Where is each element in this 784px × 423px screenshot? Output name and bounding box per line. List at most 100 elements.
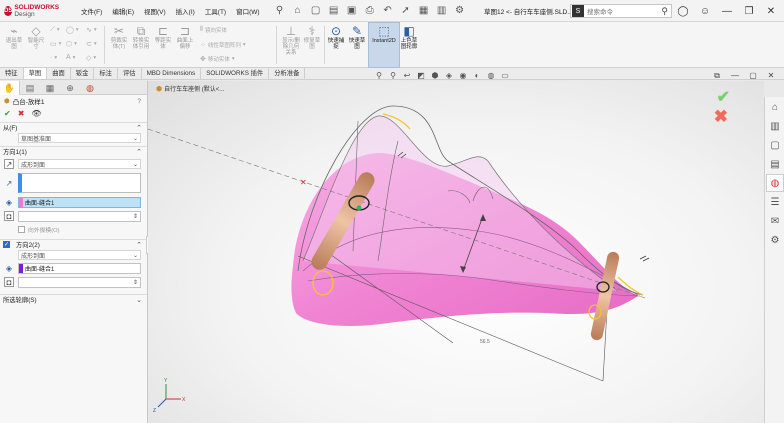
menu-tools[interactable]: 工具(T) [200,6,231,16]
zoom-area-icon[interactable]: ⚲ [386,71,400,80]
spline-tool[interactable]: ∿ ▾ [86,26,97,34]
direction1-face-field[interactable]: 曲面-缝合1 [18,196,141,208]
forum-icon[interactable]: ✉ [766,212,784,230]
toolbox-icon[interactable]: ⚙ [766,231,784,249]
smart-dimension-button[interactable]: ◇ 智能尺 寸 [26,24,46,50]
print-icon[interactable]: ⎙ [361,3,379,19]
restore-button[interactable]: ❐ [738,2,760,20]
doc-maximize-icon[interactable]: ▢ [744,71,762,81]
doc-restore-icon[interactable]: ⧉ [708,71,726,81]
search-icon[interactable]: ⚲ [661,6,668,17]
new-doc-icon[interactable]: ▢ [307,3,325,19]
user-icon[interactable]: ☺ [694,2,716,20]
direction1-end-condition-dropdown[interactable]: 成形到面 ⌄ [18,159,141,169]
expand-icon[interactable]: ⌄ [136,296,142,304]
search-input[interactable]: 搜索命令 [587,6,661,16]
scene-icon[interactable]: ◍ [484,71,498,80]
shaded-sketch-contours-button[interactable]: ◧ 上色草 图轮廓 [398,24,420,50]
convert-entities-button[interactable]: ⧉ 转换实 体引用 [130,24,152,50]
surface-offset-button[interactable]: ⊐ 曲面上 偏移 [174,24,196,50]
mirror-entities[interactable]: ⫴ 镜向实体 [200,26,227,34]
text-tool[interactable]: A ▾ [66,54,75,61]
tab-solidworks-addins[interactable]: SOLIDWORKS 插件 [201,68,270,79]
display-manager-tab-icon[interactable]: ◍ [80,81,100,95]
line-tool[interactable]: ⟋ ▾ [50,26,60,34]
menu-edit[interactable]: 编辑(E) [107,6,139,16]
graphics-area[interactable]: ⬢ 自行车车座侧 (默认<... ✔ ✖ 56.5 ✕ Y X Z [148,81,764,423]
ok-button[interactable]: ✔ [4,109,11,118]
selected-contours-section-header[interactable]: 所选轮廓(S) ⌄ [0,294,147,304]
draft-icon[interactable]: ◘ [4,277,14,287]
direction2-draft-input[interactable]: ⇕ [18,276,141,288]
home-icon[interactable]: ⌂ [289,3,307,19]
tab-features[interactable]: 特征 [0,68,24,79]
config-manager-tab-icon[interactable]: ▦ [40,81,60,95]
polygon-tool[interactable]: ⬡ ▾ [66,40,77,48]
cancel-button[interactable]: ✖ [18,109,25,118]
direction2-checkbox[interactable]: ✓ [3,241,10,248]
collapse-icon[interactable]: ⌃ [136,241,142,249]
help-icon[interactable]: ◯ [672,2,694,20]
previous-view-icon[interactable]: ↩ [400,71,414,80]
search-scope-icon[interactable]: S [572,5,584,17]
linear-pattern[interactable]: ⁘ 线性草图阵列 ▾ [200,41,246,49]
slot-tool[interactable]: ⊂ ▾ [86,40,97,48]
tab-sketch[interactable]: 草图 [23,68,48,79]
trim-button[interactable]: ✂ 剪裁实 体(T) [108,24,130,50]
tab-mbd-dimensions[interactable]: MBD Dimensions [142,68,202,79]
app-logo[interactable]: DS SOLIDWORKS Design [4,4,68,18]
solidworks-resources-icon[interactable]: ⌂ [766,98,784,116]
tab-evaluate[interactable]: 评估 [118,68,142,79]
hide-show-icon[interactable]: ◉ [456,71,470,80]
repair-sketch-button[interactable]: ⚕ 修复草 图 [302,24,322,50]
quick-snap-button[interactable]: ⊙ 快速捕 捉 [326,24,346,50]
minimize-button[interactable]: — [716,2,738,20]
tab-markup[interactable]: 标注 [94,68,118,79]
doc-minimize-icon[interactable]: — [726,71,744,81]
collapse-icon[interactable]: ⌃ [136,124,142,132]
zoom-to-fit-icon[interactable]: ⚲ [372,71,386,80]
save-icon[interactable]: ▣ [343,3,361,19]
open-icon[interactable]: ▤ [325,3,343,19]
collapse-icon[interactable]: ⌃ [136,148,142,156]
doc-close-icon[interactable]: ✕ [762,71,780,81]
tab-surfaces[interactable]: 曲面 [47,68,71,79]
feature-tree-tab-icon[interactable]: ✋ [0,81,20,95]
exit-sketch-button[interactable]: ⌁ 退出草 图 [4,24,24,50]
design-library-icon[interactable]: ▥ [766,117,784,135]
reverse-direction-icon[interactable]: ↗ [4,159,14,169]
file-explorer-icon[interactable]: ▢ [766,136,784,154]
close-button[interactable]: ✕ [760,2,782,20]
rebuild-icon[interactable]: ▦ [415,3,433,19]
dimxpert-tab-icon[interactable]: ⊕ [60,81,80,95]
view-settings-icon[interactable]: ▭ [498,71,512,80]
view-palette-icon[interactable]: ▤ [766,155,784,173]
custom-properties-icon[interactable]: ☰ [766,193,784,211]
section-view-icon[interactable]: ◩ [414,71,428,80]
draft-angle-input[interactable]: ⇕ [18,210,141,222]
appearances-icon[interactable]: ◍ [766,174,784,192]
appearance-icon[interactable]: ◐ [470,71,484,80]
from-section-header[interactable]: 从(F) ⌃ [0,122,147,132]
from-dropdown[interactable]: 草图基准面 ⌄ [18,133,141,143]
tab-sheet-metal[interactable]: 钣金 [71,68,95,79]
options-icon[interactable]: ⚙ [451,3,469,19]
instant2d-button[interactable]: ⬚ Instant2D [368,24,400,44]
view-orientation-icon[interactable]: ⬢ [428,71,442,80]
file-props-icon[interactable]: ▥ [433,3,451,19]
offset-entities-button[interactable]: ⊏ 等距实 体 [152,24,174,50]
move-entities[interactable]: ✥ 移动实体 ▾ [200,55,235,63]
property-manager-tab-icon[interactable]: ▤ [20,81,40,95]
help-button[interactable]: ? [137,98,141,105]
tab-analysis-prep[interactable]: 分析准备 [269,68,306,79]
menu-file[interactable]: 文件(F) [76,6,107,16]
display-style-icon[interactable]: ◈ [442,71,456,80]
menu-window[interactable]: 窗口(W) [231,6,264,16]
circle-tool[interactable]: ◯ ▾ [66,26,79,34]
rapid-sketch-button[interactable]: ✎ 快速草 图 [346,24,368,50]
point-tool[interactable]: · ▾ [50,54,57,61]
menu-insert[interactable]: 插入(I) [171,6,200,16]
undo-icon[interactable]: ↶ [379,3,397,19]
draft-icon[interactable]: ◘ [4,211,14,221]
pin-icon[interactable]: ⚲ [271,3,289,19]
